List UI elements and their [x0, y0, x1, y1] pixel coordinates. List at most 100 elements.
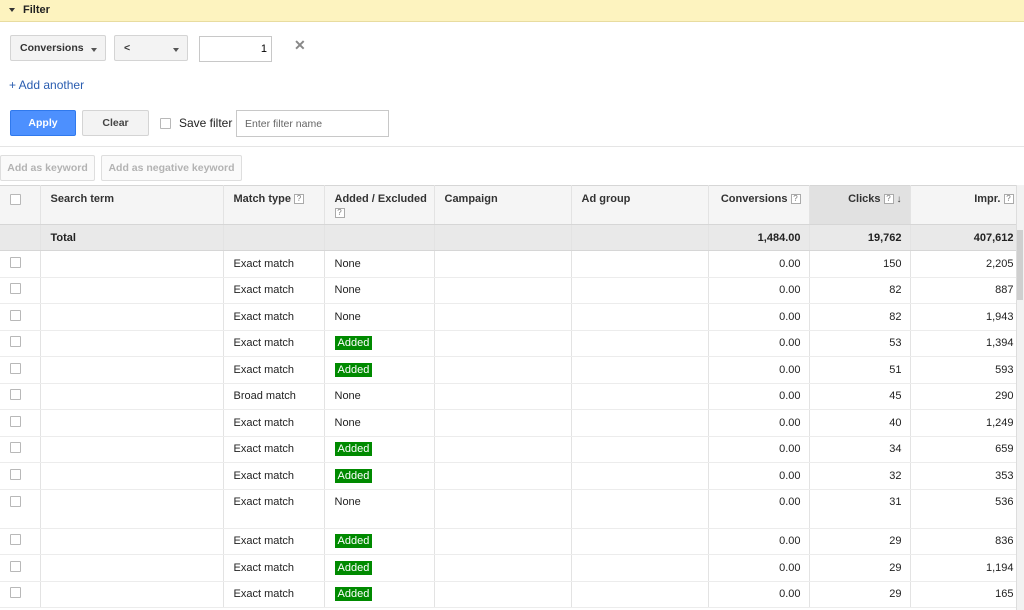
table-row: Broad match None 0.00 45 290: [0, 383, 1023, 410]
col-campaign[interactable]: Campaign: [434, 185, 572, 225]
search-term-cell: [40, 462, 224, 490]
total-empty-cell: [571, 224, 709, 251]
added-excluded-cell: Added: [324, 528, 435, 555]
clear-button[interactable]: Clear: [82, 110, 149, 136]
select-all-checkbox[interactable]: [10, 194, 21, 205]
col-search-term-label: Search term: [50, 193, 115, 205]
row-checkbox[interactable]: [10, 256, 21, 268]
table-row: Exact match None 0.00 40 1,249: [0, 409, 1023, 437]
total-empty-cell: [223, 224, 325, 251]
impr-cell: 836: [910, 528, 1023, 555]
col-added-excluded[interactable]: Added / Excluded?: [324, 185, 435, 225]
added-excluded-cell: Added: [324, 330, 435, 357]
ad-group-cell: [571, 554, 709, 582]
add-as-keyword-button[interactable]: Add as keyword: [0, 155, 95, 181]
added-excluded-cell: Added: [324, 356, 435, 384]
select-all-cell: [0, 185, 41, 225]
save-filter-checkbox[interactable]: [160, 118, 171, 129]
added-badge: Added: [334, 336, 373, 351]
match-type-cell: Exact match: [223, 277, 325, 304]
col-impr[interactable]: Impr.?: [910, 185, 1023, 225]
search-term-cell: [40, 409, 224, 437]
total-empty-cell: [0, 224, 41, 251]
col-clicks[interactable]: Clicks? ↓: [809, 185, 911, 225]
conversions-cell: 0.00: [708, 330, 810, 357]
col-match-type[interactable]: Match type?: [223, 185, 325, 225]
match-type-cell: Exact match: [223, 303, 325, 331]
search-term-cell: [40, 489, 224, 529]
table-row: Exact match Added 0.00 29 1,194: [0, 554, 1023, 582]
row-checkbox[interactable]: [10, 415, 21, 427]
add-another-link[interactable]: + Add another: [9, 78, 84, 92]
search-term-cell: [40, 436, 224, 463]
row-checkbox[interactable]: [10, 468, 21, 480]
row-checkbox-cell: [0, 489, 41, 529]
row-checkbox[interactable]: [10, 336, 21, 348]
match-type-cell: Exact match: [223, 554, 325, 582]
remove-condition-icon[interactable]: ✕: [294, 37, 306, 54]
operator-dropdown[interactable]: <: [114, 35, 188, 61]
row-checkbox[interactable]: [10, 283, 21, 295]
added-badge: Added: [334, 362, 373, 377]
col-impr-label: Impr.: [974, 193, 1001, 205]
conversions-cell: 0.00: [708, 303, 810, 331]
col-ad-group-label: Ad group: [581, 193, 631, 205]
campaign-cell: [434, 462, 572, 490]
table-row: Exact match Added 0.00 53 1,394: [0, 330, 1023, 357]
campaign-cell: [434, 356, 572, 384]
impr-cell: 290: [910, 383, 1023, 410]
added-badge: Added: [334, 534, 373, 549]
help-icon[interactable]: ?: [293, 194, 304, 204]
added-badge: Added: [334, 468, 373, 483]
impr-cell: 1,394: [910, 330, 1023, 357]
filter-header[interactable]: Filter: [0, 0, 1024, 22]
row-checkbox[interactable]: [10, 362, 21, 374]
col-ad-group[interactable]: Ad group: [571, 185, 709, 225]
table-row: Exact match None 0.00 31 536: [0, 489, 1023, 529]
row-checkbox[interactable]: [10, 389, 21, 401]
scrollbar-thumb[interactable]: [1017, 230, 1023, 300]
apply-button[interactable]: Apply: [10, 110, 76, 136]
impr-cell: 353: [910, 462, 1023, 490]
row-checkbox[interactable]: [10, 587, 21, 599]
filter-value-input[interactable]: [199, 36, 272, 62]
collapse-triangle-icon[interactable]: [9, 8, 15, 12]
added-badge: Added: [334, 560, 373, 575]
col-conversions[interactable]: Conversions?: [708, 185, 810, 225]
col-match-type-label: Match type: [233, 193, 291, 205]
metric-dropdown[interactable]: Conversions: [10, 35, 106, 61]
row-checkbox[interactable]: [10, 442, 21, 454]
ad-group-cell: [571, 409, 709, 437]
clicks-cell: 40: [809, 409, 911, 437]
added-excluded-cell: Added: [324, 436, 435, 463]
campaign-cell: [434, 277, 572, 304]
row-checkbox[interactable]: [10, 309, 21, 321]
clicks-cell: 82: [809, 277, 911, 304]
row-checkbox[interactable]: [10, 560, 21, 572]
row-checkbox[interactable]: [10, 534, 21, 546]
clicks-cell: 32: [809, 462, 911, 490]
col-search-term[interactable]: Search term: [40, 185, 224, 225]
added-badge: Added: [334, 442, 373, 457]
clicks-cell: 29: [809, 528, 911, 555]
total-impr: 407,612: [910, 224, 1023, 251]
add-as-negative-keyword-button[interactable]: Add as negative keyword: [101, 155, 242, 181]
match-type-cell: Broad match: [223, 383, 325, 410]
ad-group-cell: [571, 303, 709, 331]
row-checkbox[interactable]: [10, 495, 21, 507]
help-icon[interactable]: ?: [1003, 194, 1014, 204]
match-type-cell: Exact match: [223, 489, 325, 529]
help-icon[interactable]: ?: [334, 208, 345, 218]
divider: [0, 146, 1024, 147]
help-icon[interactable]: ?: [790, 194, 801, 204]
added-excluded-cell: Added: [324, 462, 435, 490]
row-checkbox-cell: [0, 528, 41, 555]
clicks-cell: 45: [809, 383, 911, 410]
status-text: None: [334, 284, 361, 297]
col-conversions-label: Conversions: [720, 193, 788, 205]
help-icon[interactable]: ?: [883, 194, 894, 204]
added-excluded-cell: None: [324, 489, 435, 529]
filter-name-input[interactable]: [236, 110, 389, 137]
match-type-cell: Exact match: [223, 462, 325, 490]
search-term-cell: [40, 383, 224, 410]
